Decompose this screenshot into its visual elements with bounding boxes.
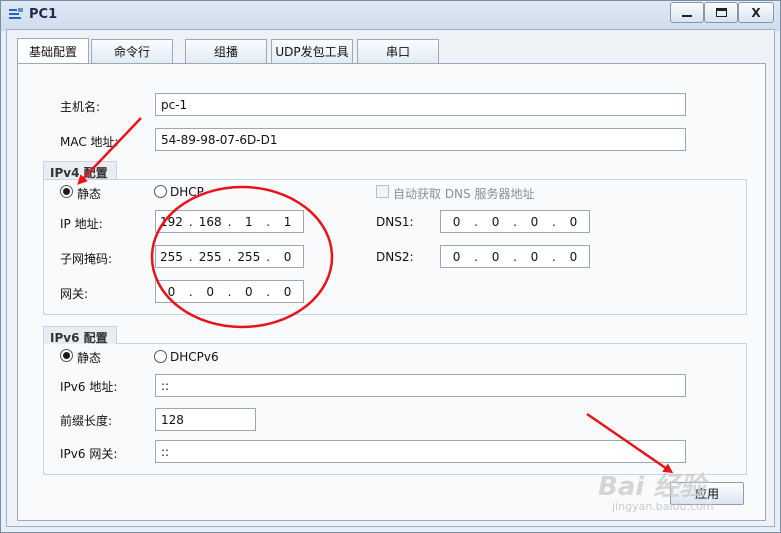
ip-address-label: IP 地址: [60, 217, 103, 231]
gateway-field[interactable]: 0. 0. 0. 0 [155, 280, 304, 303]
minimize-icon [682, 14, 692, 17]
gateway-octet-3: 0 [245, 284, 253, 299]
pc1-window: PC1 X 基础配置 命令行 组播 UDP发包工具 串口 主机名: pc-1 M… [0, 0, 781, 533]
dns1-octet-1: 0 [452, 214, 461, 229]
dns2-label: DNS2: [376, 250, 414, 264]
gateway-octet-1: 0 [167, 284, 176, 299]
app-icon [9, 8, 23, 19]
mac-address-field[interactable]: 54-89-98-07-6D-D1 [155, 128, 686, 151]
ip-octet-2: 168 [198, 214, 222, 229]
mask-octet-4: 0 [283, 249, 292, 264]
ipv6-static-radio[interactable] [60, 349, 73, 362]
dns1-field[interactable]: 0. 0. 0. 0 [440, 210, 590, 233]
subnet-mask-label: 子网掩码: [60, 252, 113, 266]
gateway-octet-2: 0 [206, 284, 214, 299]
ipv6-gateway-input[interactable]: :: [155, 440, 686, 463]
tab-serial[interactable]: 串口 [357, 39, 439, 63]
dns2-octet-3: 0 [530, 249, 539, 264]
ipv6-dhcpv6-radio[interactable] [154, 350, 167, 363]
title-bar[interactable]: PC1 X [1, 1, 780, 28]
dns1-octet-2: 0 [491, 214, 500, 229]
tab-basic-config[interactable]: 基础配置 [17, 38, 89, 64]
maximize-icon [715, 8, 727, 17]
prefix-length-label: 前缀长度: [60, 414, 113, 428]
dns2-field[interactable]: 0. 0. 0. 0 [440, 245, 590, 268]
ip-octet-3: 1 [245, 214, 253, 229]
hostname-label: 主机名: [60, 100, 101, 114]
baidu-watermark-url: jingyan.baidu.com [612, 500, 714, 513]
close-icon: X [751, 5, 761, 20]
dns1-octet-4: 0 [569, 214, 578, 229]
subnet-mask-field[interactable]: 255. 255. 255. 0 [155, 245, 304, 268]
ip-octet-1: 192 [160, 214, 183, 229]
prefix-length-input[interactable]: 128 [155, 408, 256, 431]
ipv4-static-radio[interactable] [60, 185, 73, 198]
hostname-input[interactable]: pc-1 [155, 93, 686, 116]
mask-octet-3: 255 [237, 249, 261, 264]
auto-dns-checkbox[interactable] [376, 185, 389, 198]
client-area: 基础配置 命令行 组播 UDP发包工具 串口 主机名: pc-1 MAC 地址:… [6, 29, 775, 527]
ipv6-static-label: 静态 [77, 351, 102, 365]
mask-octet-1: 255 [160, 249, 183, 264]
ipv6-group-title: IPv6 配置 [43, 326, 117, 345]
mac-label: MAC 地址: [60, 135, 119, 149]
window-title: PC1 [29, 7, 58, 22]
gateway-octet-4: 0 [283, 284, 292, 299]
mask-octet-2: 255 [198, 249, 222, 264]
ipv6-gateway-label: IPv6 网关: [60, 447, 118, 461]
ipv6-address-input[interactable]: :: [155, 374, 686, 397]
dns2-octet-1: 0 [452, 249, 461, 264]
ipv6-address-label: IPv6 地址: [60, 380, 118, 394]
gateway-label: 网关: [60, 287, 89, 301]
ip-address-field[interactable]: 192. 168. 1. 1 [155, 210, 304, 233]
dns1-octet-3: 0 [530, 214, 539, 229]
baidu-watermark: Bai 经验 [598, 472, 706, 502]
auto-dns-label: 自动获取 DNS 服务器地址 [393, 187, 535, 201]
tab-multicast[interactable]: 组播 [185, 39, 267, 63]
ip-octet-4: 1 [283, 214, 292, 229]
ipv6-dhcpv6-label: DHCPv6 [170, 350, 219, 364]
close-button[interactable]: X [738, 2, 774, 23]
tab-udp-tool[interactable]: UDP发包工具 [271, 39, 353, 63]
dns1-label: DNS1: [376, 215, 414, 229]
maximize-button[interactable] [704, 2, 738, 23]
ipv4-dhcp-radio[interactable] [154, 185, 167, 198]
ipv4-group-title: IPv4 配置 [43, 161, 117, 180]
minimize-button[interactable] [670, 2, 704, 23]
basic-config-panel: 主机名: pc-1 MAC 地址: 54-89-98-07-6D-D1 IPv4… [17, 63, 766, 521]
ipv4-static-label: 静态 [77, 187, 102, 201]
dns2-octet-4: 0 [569, 249, 578, 264]
ipv4-dhcp-label: DHCP [170, 185, 204, 199]
dns2-octet-2: 0 [491, 249, 500, 264]
tab-command-line[interactable]: 命令行 [91, 39, 173, 63]
